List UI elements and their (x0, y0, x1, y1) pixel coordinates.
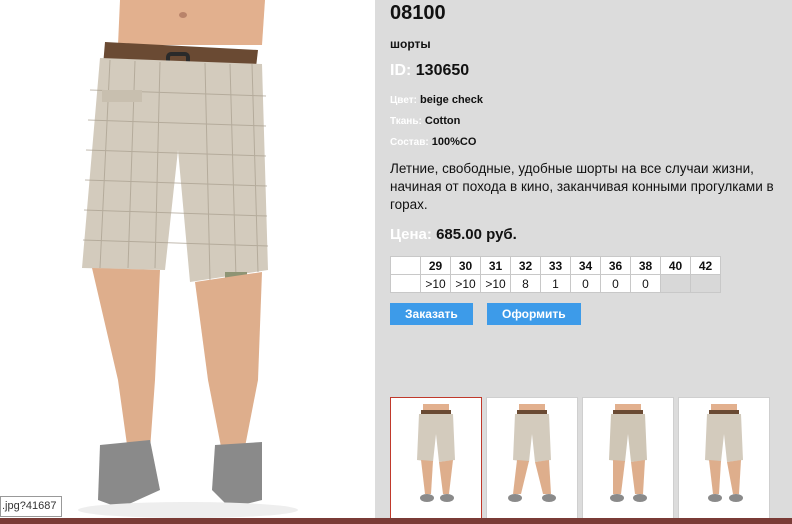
size-header-cell: 38 (630, 256, 661, 275)
thumbnail-side[interactable] (486, 397, 578, 519)
attribute-value: beige check (420, 94, 484, 106)
price-label: Цена: (390, 226, 432, 243)
product-category: шорты (390, 37, 431, 51)
attribute-fabric: Ткань: Cotton (390, 115, 460, 127)
size-header-row: 29 30 31 32 33 34 36 38 40 42 (390, 256, 721, 275)
size-header-cell: 31 (480, 256, 511, 275)
thumbnail-detail[interactable] (678, 397, 770, 519)
thumbnail-front[interactable] (390, 397, 482, 519)
product-info-panel: 08100 шорты ID: 130650 Цвет: beige check… (375, 0, 792, 524)
size-header-cell: 32 (510, 256, 541, 275)
size-header-cell: 40 (660, 256, 691, 275)
price-value: 685.00 руб. (436, 226, 517, 243)
attribute-label: Ткань: (390, 116, 422, 127)
stock-cell-unavailable (690, 274, 721, 293)
shorts-detail-thumbnail-image (705, 404, 743, 502)
attribute-label: Цвет: (390, 95, 417, 106)
size-header-cell: 29 (420, 256, 451, 275)
id-label: ID: (390, 62, 412, 79)
stock-cell[interactable]: 8 (510, 274, 541, 293)
size-header-cell: 36 (600, 256, 631, 275)
checkout-button[interactable]: Оформить (487, 303, 581, 325)
stock-cell[interactable]: 0 (630, 274, 661, 293)
size-header-cell: 30 (450, 256, 481, 275)
stock-cell[interactable]: 0 (600, 274, 631, 293)
stock-cell[interactable]: 1 (540, 274, 571, 293)
stock-row: >10 >10 >10 8 1 0 0 0 (390, 274, 721, 293)
stock-cell[interactable]: 0 (570, 274, 601, 293)
attribute-value: 100%CO (431, 136, 477, 148)
product-id-row: ID: 130650 (390, 62, 469, 80)
stock-cell[interactable]: >10 (450, 274, 481, 293)
price-row: Цена: 685.00 руб. (390, 226, 517, 243)
attribute-label: Состав: (390, 137, 429, 148)
product-model-number: 08100 (390, 2, 446, 24)
stock-cell-unavailable (660, 274, 691, 293)
stock-cell[interactable]: >10 (480, 274, 511, 293)
size-stock-table: 29 30 31 32 33 34 36 38 40 42 >10 >10 >1… (390, 256, 721, 293)
size-header-cell: 33 (540, 256, 571, 275)
product-photo[interactable] (0, 0, 375, 524)
stock-cell[interactable]: >10 (420, 274, 451, 293)
table-corner-cell (390, 256, 421, 275)
order-button[interactable]: Заказать (390, 303, 473, 325)
shorts-front-thumbnail-image (417, 404, 455, 502)
size-header-cell: 42 (690, 256, 721, 275)
size-header-cell: 34 (570, 256, 601, 275)
id-value: 130650 (415, 62, 470, 79)
url-tooltip: .jpg?41687 (0, 496, 63, 517)
thumbnail-back[interactable] (582, 397, 674, 519)
table-row-label-cell (390, 274, 421, 293)
model-in-shorts-image (78, 0, 298, 518)
attribute-value: Cotton (424, 115, 461, 127)
shorts-side-thumbnail-image (508, 404, 556, 502)
bottom-strip (0, 518, 792, 524)
product-description: Летние, свободные, удобные шорты на все … (390, 161, 774, 212)
attribute-composition: Состав: 100%CO (390, 136, 476, 148)
attribute-color: Цвет: beige check (390, 94, 483, 106)
shorts-back-thumbnail-image (609, 404, 647, 502)
